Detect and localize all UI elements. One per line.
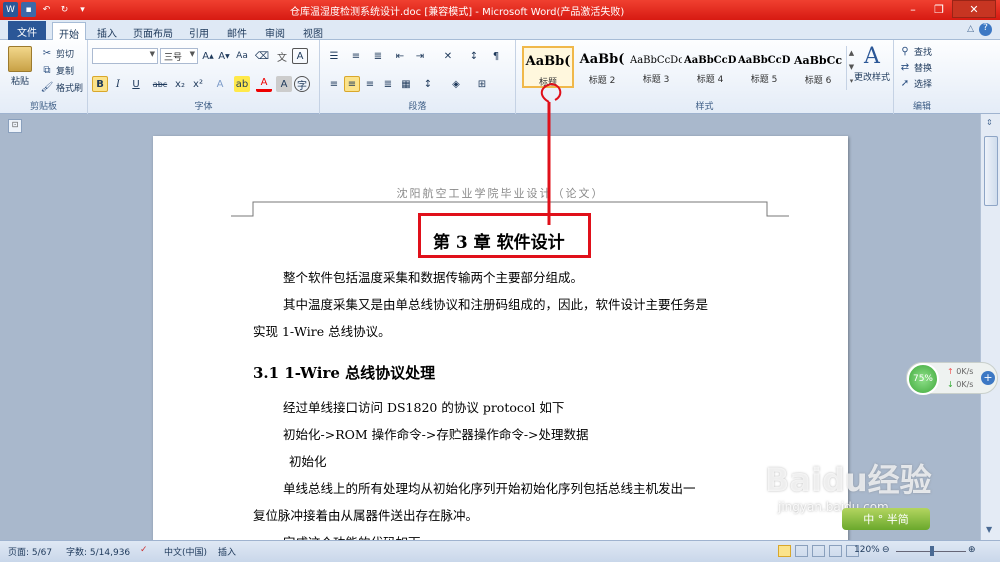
zoom-in-icon[interactable]: ⊕ [968, 545, 976, 555]
insert-mode[interactable]: 插入 [218, 545, 236, 558]
memory-percent: 75% [907, 363, 939, 395]
full-screen-reading-icon[interactable] [795, 545, 808, 557]
download-arrow-icon: ↓ [947, 380, 954, 389]
status-bar: 页面: 5/67 字数: 5/14,936 ✓ 中文(中国) 插入 120% ⊖… [0, 540, 1000, 562]
zoom-slider-thumb[interactable] [930, 546, 934, 556]
print-layout-icon[interactable] [778, 545, 791, 557]
scroll-thumb[interactable] [984, 136, 998, 206]
ruler-view-icon[interactable]: ⇕ [986, 118, 993, 127]
add-icon[interactable]: + [981, 371, 995, 385]
web-layout-icon[interactable] [812, 545, 825, 557]
upload-speed: ↑ 0K/s [947, 367, 974, 376]
upload-arrow-icon: ↑ [947, 367, 954, 376]
page-count[interactable]: 页面: 5/67 [8, 545, 52, 558]
network-speed-widget[interactable]: 75% ↑ 0K/s ↓ 0K/s + [906, 362, 998, 395]
proofing-icon[interactable]: ✓ [140, 545, 148, 555]
ime-badge: 中 ° 半简 [842, 508, 930, 530]
zoom-out-icon[interactable]: ⊖ [882, 545, 890, 555]
scroll-down-icon[interactable]: ▼ [986, 525, 992, 534]
vertical-scrollbar[interactable]: ⇕ ▼ [980, 114, 1000, 540]
view-buttons [778, 545, 859, 557]
language[interactable]: 中文(中国) [164, 545, 207, 558]
download-speed: ↓ 0K/s [947, 380, 974, 389]
word-count[interactable]: 字数: 5/14,936 [66, 545, 130, 558]
zoom-level[interactable]: 120% [854, 545, 880, 555]
baidu-watermark: Baidu经验 [765, 461, 932, 499]
outline-icon[interactable] [829, 545, 842, 557]
